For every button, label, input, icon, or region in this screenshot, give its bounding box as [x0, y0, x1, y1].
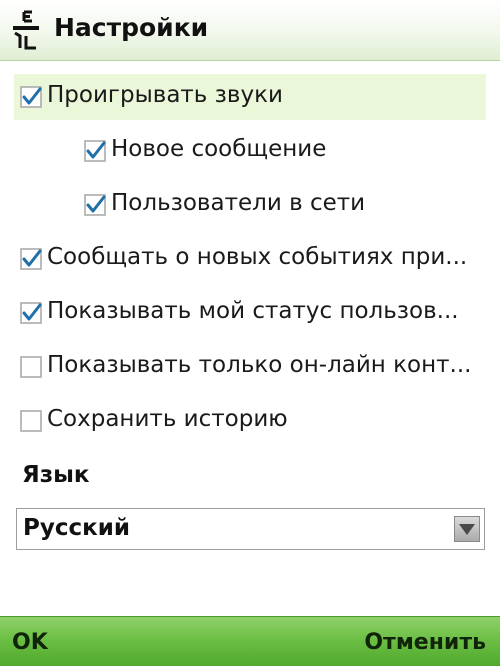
checkbox-checked-icon[interactable]: [20, 248, 42, 270]
language-select-value: Русский: [23, 515, 130, 541]
setting-row[interactable]: Проигрывать звуки: [14, 74, 486, 120]
setting-label: Сообщать о новых событиях при...: [47, 244, 468, 270]
checkbox-checked-icon[interactable]: [20, 302, 42, 324]
settings-screen: Настройки Проигрывать звуки Новое сообщен…: [0, 0, 500, 666]
cancel-softkey[interactable]: Отменить: [364, 630, 486, 655]
setting-row[interactable]: Сообщать о новых событиях при...: [14, 236, 486, 282]
checkbox-unchecked-icon[interactable]: [20, 356, 42, 378]
checkbox-checked-icon[interactable]: [20, 86, 42, 108]
setting-row[interactable]: Сохранить историю: [14, 398, 486, 444]
checkbox-checked-icon[interactable]: [84, 140, 106, 162]
setting-row[interactable]: Пользователи в сети: [14, 182, 486, 228]
language-select[interactable]: Русский: [16, 508, 485, 550]
setting-label: Показывать только он-лайн конт...: [47, 352, 472, 378]
checkbox-unchecked-icon[interactable]: [20, 410, 42, 432]
title-bar: Настройки: [0, 0, 500, 61]
dropdown-arrow-icon[interactable]: [454, 516, 480, 542]
setting-row[interactable]: Показывать только он-лайн конт...: [14, 344, 486, 390]
page-title: Настройки: [54, 13, 209, 42]
setting-label: Сохранить историю: [47, 406, 288, 432]
checkbox-checked-icon[interactable]: [84, 194, 106, 216]
setting-row[interactable]: Новое сообщение: [14, 128, 486, 174]
language-label: Язык: [22, 462, 90, 488]
softkey-bar: OK Отменить: [0, 616, 500, 666]
setting-row[interactable]: Показывать мой статус пользов...: [14, 290, 486, 336]
setting-label: Показывать мой статус пользов...: [47, 298, 459, 324]
ok-softkey[interactable]: OK: [12, 630, 48, 655]
setting-label: Новое сообщение: [111, 136, 327, 162]
setting-label: Пользователи в сети: [111, 190, 366, 216]
app-menu-icon: [13, 10, 39, 50]
setting-label: Проигрывать звуки: [47, 82, 283, 108]
